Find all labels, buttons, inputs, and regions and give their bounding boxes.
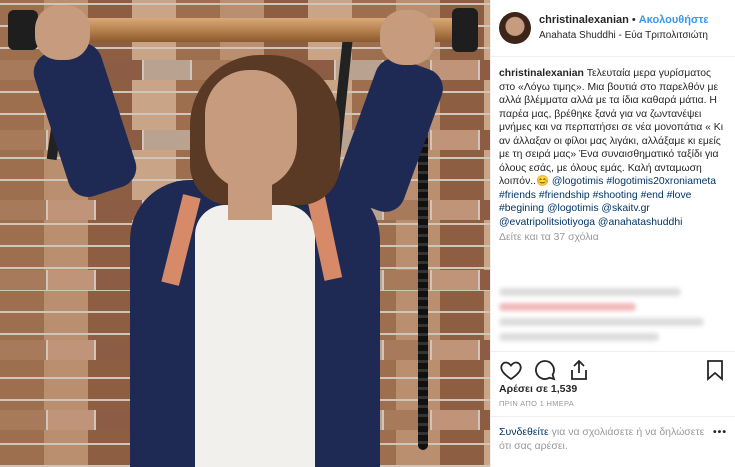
view-comments-link[interactable]: Δείτε και τα 37 σχόλια — [499, 231, 729, 245]
blurred-comments — [491, 275, 735, 351]
separator-dot: • — [631, 14, 636, 26]
bar-grip — [8, 10, 38, 50]
likes-count[interactable]: Αρέσει σε 1,539 — [491, 381, 735, 395]
hashtag-link[interactable]: #logotimis20xroniameta — [606, 176, 716, 187]
mention-link[interactable]: @skaitv.gr — [601, 203, 649, 214]
post-photo[interactable] — [0, 0, 490, 467]
timestamp: ΠΡΙΝ ΑΠΟ 1 ΗΜΕΡΑ — [499, 399, 575, 408]
caption: christinalexanian Τελευταία μερα γυρίσμα… — [491, 57, 735, 275]
hashtag-link[interactable]: #end — [641, 190, 664, 201]
share-icon[interactable] — [567, 358, 591, 382]
resistance-band — [418, 130, 428, 450]
more-options-icon[interactable]: ••• — [713, 425, 727, 439]
hashtag-link[interactable]: #shooting — [593, 190, 638, 201]
username-link[interactable]: christinalexanian — [539, 14, 629, 26]
mention-link[interactable]: @anahatashuddhi — [598, 217, 683, 228]
blurred-line — [499, 303, 636, 311]
mention-link[interactable]: @evatripolitsiotiyoga — [499, 217, 595, 228]
mention-link[interactable]: @logotimis — [552, 176, 604, 187]
bookmark-icon[interactable] — [703, 358, 727, 382]
heart-icon[interactable] — [499, 358, 523, 382]
caption-username[interactable]: christinalexanian — [499, 68, 584, 79]
caption-text: Τελευταία μερα γυρίσματος στο «Λόγω τιμη… — [499, 68, 724, 187]
header-text: christinalexanian • Ακολουθήστε Anahata Sh… — [539, 13, 709, 43]
blurred-line — [499, 288, 682, 296]
action-bar — [491, 351, 735, 381]
right-hand — [380, 10, 435, 65]
blurred-line — [499, 318, 705, 326]
post-sidebar: christinalexanian • Ακολουθήστε Anahata Sh… — [490, 0, 735, 467]
post-header: christinalexanian • Ακολουθήστε Anahata Sh… — [491, 0, 735, 57]
hashtag-link[interactable]: #friends — [499, 190, 536, 201]
hashtag-link[interactable]: #friendship — [539, 190, 590, 201]
left-hand — [35, 5, 90, 60]
smile-emoji: 😊 — [536, 176, 549, 187]
shirt — [195, 205, 315, 467]
login-link[interactable]: Συνδεθείτε — [499, 426, 549, 438]
instagram-post: christinalexanian • Ακολουθήστε Anahata Sh… — [0, 0, 735, 467]
mention-link[interactable]: @logotimis — [547, 203, 599, 214]
follow-button[interactable]: Ακολουθήστε — [639, 14, 709, 26]
hashtag-link[interactable]: #love — [667, 190, 692, 201]
comment-icon[interactable] — [533, 358, 557, 382]
location-link[interactable]: Anahata Shuddhi - Εύα Τριπολιτσιώτη — [539, 28, 709, 43]
comment-prompt: Συνδεθείτε για να σχολιάσετε ή να δηλώσε… — [491, 416, 735, 461]
hashtag-link[interactable]: #begining — [499, 203, 544, 214]
blurred-line — [499, 333, 659, 341]
bar-grip — [452, 8, 478, 52]
avatar[interactable] — [499, 12, 531, 44]
face — [205, 70, 297, 190]
